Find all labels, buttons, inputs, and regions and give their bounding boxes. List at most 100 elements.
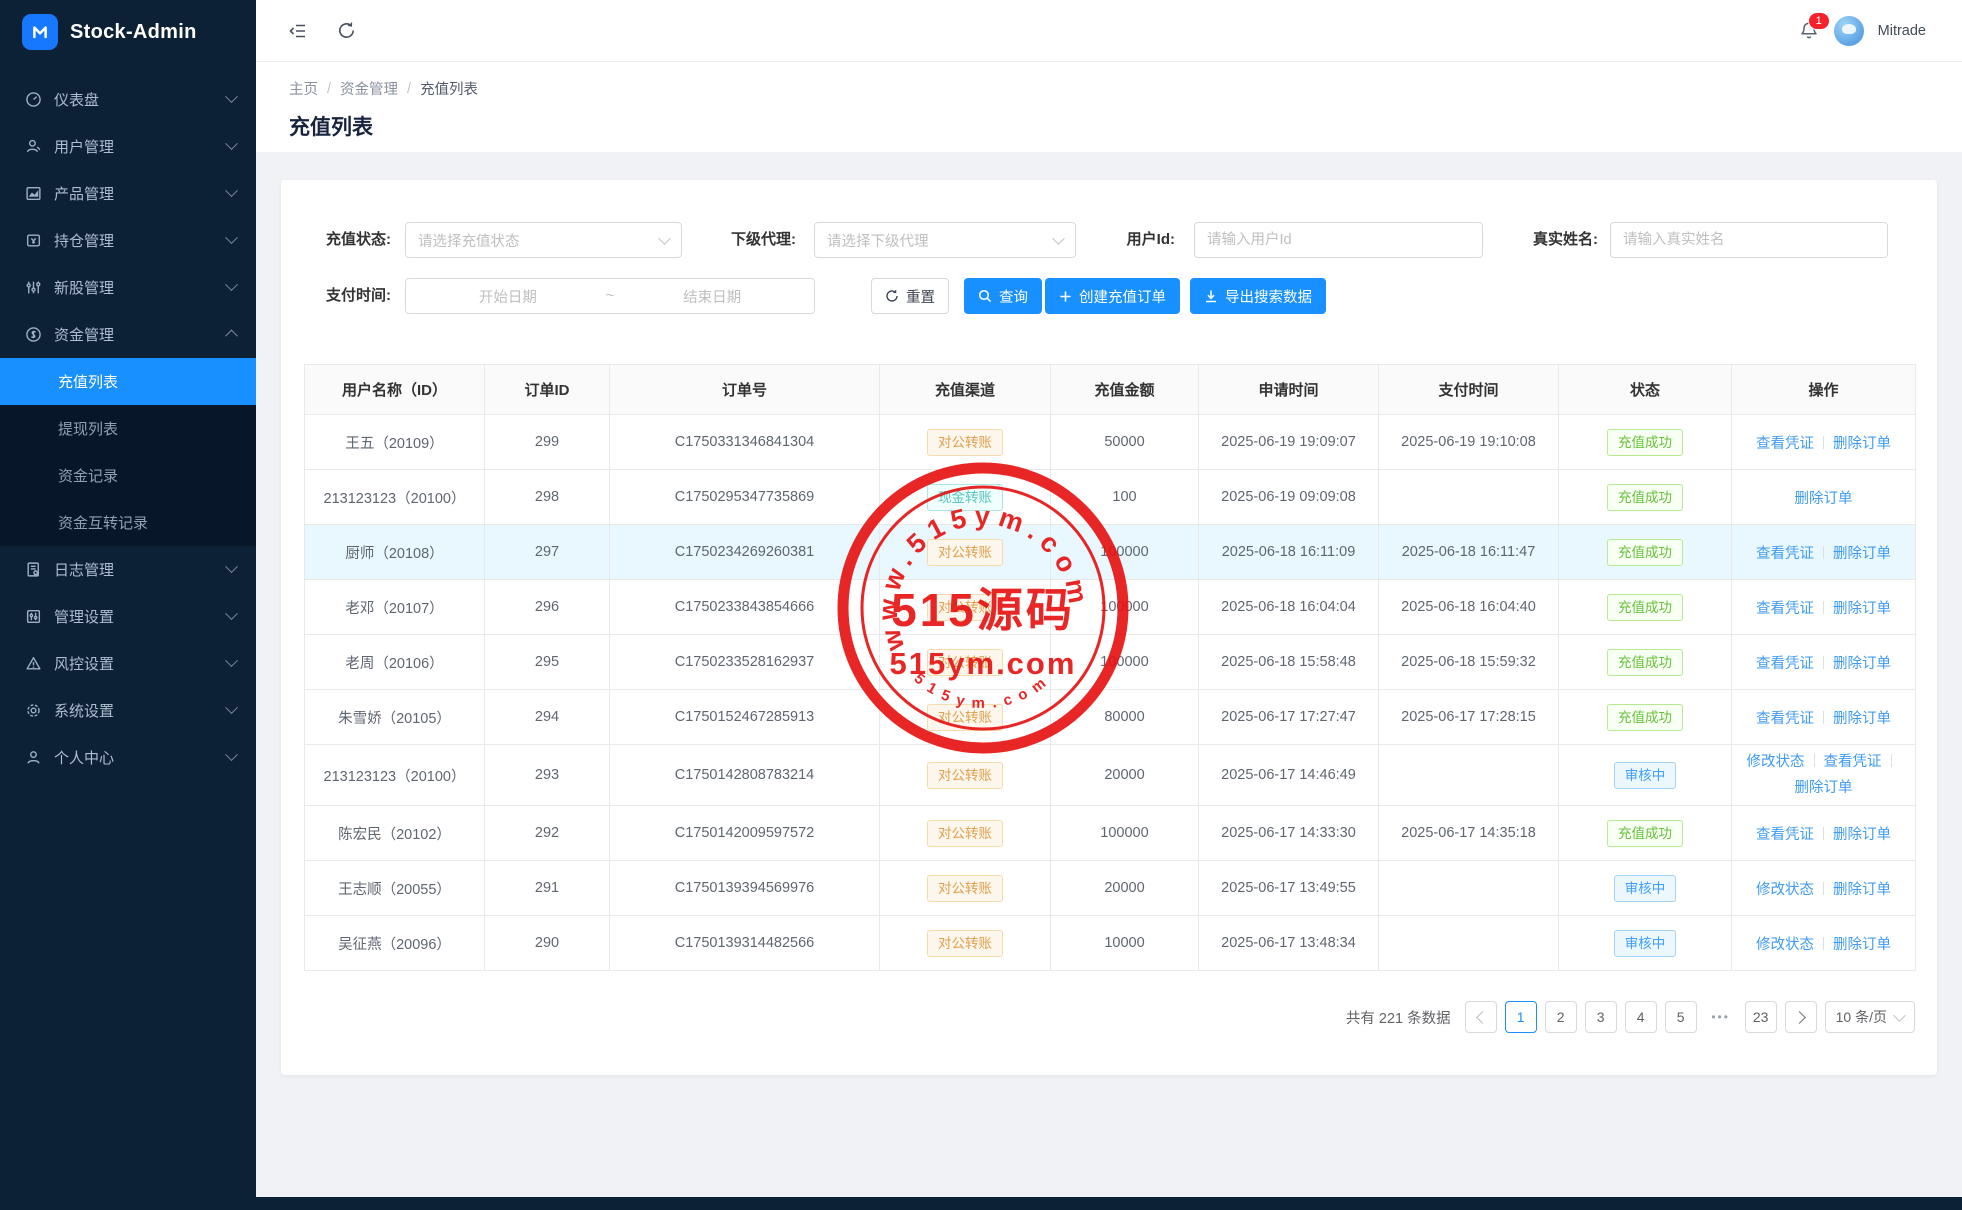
col-status: 状态 [1559, 365, 1732, 415]
status-badge: 审核中 [1614, 875, 1677, 902]
delete-order-link[interactable]: 删除订单 [1833, 882, 1891, 898]
pagination-ellipsis[interactable]: ••• [1705, 1001, 1737, 1033]
sidebar-item-recharge-list[interactable]: 充值列表 [0, 358, 256, 405]
view-voucher-link[interactable]: 查看凭证 [1756, 601, 1814, 617]
sidebar-item-products[interactable]: 产品管理 [0, 170, 256, 217]
status-badge: 充值成功 [1607, 539, 1683, 566]
start-date-placeholder: 开始日期 [418, 286, 598, 307]
delete-order-link[interactable]: 删除订单 [1833, 436, 1891, 452]
breadcrumb-funds[interactable]: 资金管理 [340, 78, 398, 99]
user-id-field-wrap [1194, 222, 1483, 258]
pay-time-range-picker[interactable]: 开始日期 ~ 结束日期 [405, 278, 815, 314]
view-voucher-link[interactable]: 查看凭证 [1756, 546, 1814, 562]
delete-order-link[interactable]: 删除订单 [1833, 827, 1891, 843]
export-search-data-button[interactable]: 导出搜索数据 [1190, 278, 1326, 314]
pagination-total: 共有 221 条数据 [1346, 1007, 1451, 1028]
bottom-strip [0, 1197, 1962, 1210]
sub-agent-select[interactable]: 请选择下级代理 [814, 222, 1076, 258]
query-button[interactable]: 查询 [964, 278, 1042, 314]
view-voucher-link[interactable]: 查看凭证 [1756, 711, 1814, 727]
chevron-down-icon [1893, 1009, 1906, 1022]
pagination-page-5[interactable]: 5 [1665, 1001, 1697, 1033]
channel-tag: 对公转账 [927, 930, 1003, 957]
sidebar-item-holdings[interactable]: 持仓管理 [0, 217, 256, 264]
col-channel: 充值渠道 [880, 365, 1051, 415]
channel-tag: 对公转账 [927, 762, 1003, 789]
delete-order-link[interactable]: 删除订单 [1833, 546, 1891, 562]
collapse-sidebar-icon[interactable] [288, 20, 310, 42]
delete-order-link[interactable]: 删除订单 [1833, 937, 1891, 953]
modify-status-link[interactable]: 修改状态 [1756, 882, 1814, 898]
col-actions: 操作 [1732, 365, 1916, 415]
user-avatar[interactable] [1834, 16, 1864, 46]
page-size-select[interactable]: 10 条/页 [1825, 1001, 1915, 1033]
gear-icon [24, 702, 42, 720]
table-header-row: 用户名称（ID） 订单ID 订单号 充值渠道 充值金额 申请时间 支付时间 状态… [305, 365, 1916, 415]
chevron-down-icon [658, 232, 671, 245]
admin-settings-icon [24, 608, 42, 626]
pagination-next-button[interactable] [1785, 1001, 1817, 1033]
chevron-up-icon [225, 330, 238, 343]
modify-status-link[interactable]: 修改状态 [1756, 937, 1814, 953]
sidebar-item-dashboard[interactable]: 仪表盘 [0, 76, 256, 123]
chevron-right-icon [1793, 1011, 1806, 1024]
sidebar-item-fund-records[interactable]: 资金记录 [0, 452, 256, 499]
real-name-label: 真实姓名: [1498, 222, 1598, 258]
breadcrumb-home[interactable]: 主页 [289, 78, 318, 99]
sidebar-item-logs[interactable]: 日志管理 [0, 546, 256, 593]
pagination-page-last[interactable]: 23 [1745, 1001, 1777, 1033]
sidebar-nav: 仪表盘 用户管理 产品管理 持仓管理 新股管理 [0, 64, 256, 781]
table-row: 老周（20106） 295 C1750233528162937 对公转账 100… [305, 635, 1916, 690]
chevron-down-icon [225, 560, 238, 573]
notification-bell-icon[interactable]: 1 [1798, 20, 1820, 42]
holdings-icon [24, 232, 42, 250]
end-date-placeholder: 结束日期 [622, 286, 802, 307]
username[interactable]: Mitrade [1878, 23, 1926, 39]
view-voucher-link[interactable]: 查看凭证 [1756, 827, 1814, 843]
table-row: 吴征燕（20096） 290 C1750139314482566 对公转账 10… [305, 916, 1916, 971]
reset-button[interactable]: 重置 [871, 278, 949, 314]
table-row: 陈宏民（20102） 292 C1750142009597572 对公转账 10… [305, 806, 1916, 861]
view-voucher-link[interactable]: 查看凭证 [1756, 436, 1814, 452]
channel-tag: 对公转账 [927, 539, 1003, 566]
pagination-prev-button[interactable] [1465, 1001, 1497, 1033]
delete-order-link[interactable]: 删除订单 [1833, 711, 1891, 727]
delete-order-link[interactable]: 删除订单 [1795, 491, 1853, 507]
plus-icon [1059, 290, 1072, 303]
sidebar-item-system-settings[interactable]: 系统设置 [0, 687, 256, 734]
sidebar-item-withdraw-list[interactable]: 提现列表 [0, 405, 256, 452]
chevron-down-icon [225, 137, 238, 150]
sidebar-item-risk-settings[interactable]: 风控设置 [0, 640, 256, 687]
brand-name: Stock-Admin [70, 21, 197, 44]
view-voucher-link[interactable]: 查看凭证 [1824, 754, 1882, 770]
refresh-icon[interactable] [336, 20, 358, 42]
create-recharge-order-button[interactable]: 创建充值订单 [1045, 278, 1180, 314]
sidebar-item-fund-transfer-records[interactable]: 资金互转记录 [0, 499, 256, 546]
sidebar-item-profile[interactable]: 个人中心 [0, 734, 256, 781]
status-badge: 审核中 [1614, 762, 1677, 789]
pagination: 共有 221 条数据 1 2 3 4 5 ••• 23 10 条/页 [1346, 1001, 1915, 1033]
pagination-page-3[interactable]: 3 [1585, 1001, 1617, 1033]
pagination-page-1[interactable]: 1 [1505, 1001, 1537, 1033]
sidebar-item-users[interactable]: 用户管理 [0, 123, 256, 170]
user-id-input[interactable] [1195, 223, 1482, 257]
modify-status-link[interactable]: 修改状态 [1747, 754, 1805, 770]
pagination-page-4[interactable]: 4 [1625, 1001, 1657, 1033]
view-voucher-link[interactable]: 查看凭证 [1756, 656, 1814, 672]
recharge-table: 用户名称（ID） 订单ID 订单号 充值渠道 充值金额 申请时间 支付时间 状态… [304, 364, 1916, 971]
sidebar-item-admin-settings[interactable]: 管理设置 [0, 593, 256, 640]
real-name-input[interactable] [1611, 223, 1887, 257]
table-row: 老邓（20107） 296 C1750233843854666 对公转账 100… [305, 580, 1916, 635]
chevron-down-icon [225, 184, 238, 197]
delete-order-link[interactable]: 删除订单 [1795, 780, 1853, 796]
date-range-separator: ~ [606, 288, 614, 304]
delete-order-link[interactable]: 删除订单 [1833, 656, 1891, 672]
delete-order-link[interactable]: 删除订单 [1833, 601, 1891, 617]
reset-icon [885, 289, 899, 303]
brand-logo-icon [22, 14, 58, 50]
pagination-page-2[interactable]: 2 [1545, 1001, 1577, 1033]
sidebar-item-funds[interactable]: 资金管理 [0, 311, 256, 358]
recharge-status-select[interactable]: 请选择充值状态 [405, 222, 682, 258]
page-header: 主页 / 资金管理 / 充值列表 充值列表 [256, 62, 1962, 152]
sidebar-item-new-shares[interactable]: 新股管理 [0, 264, 256, 311]
